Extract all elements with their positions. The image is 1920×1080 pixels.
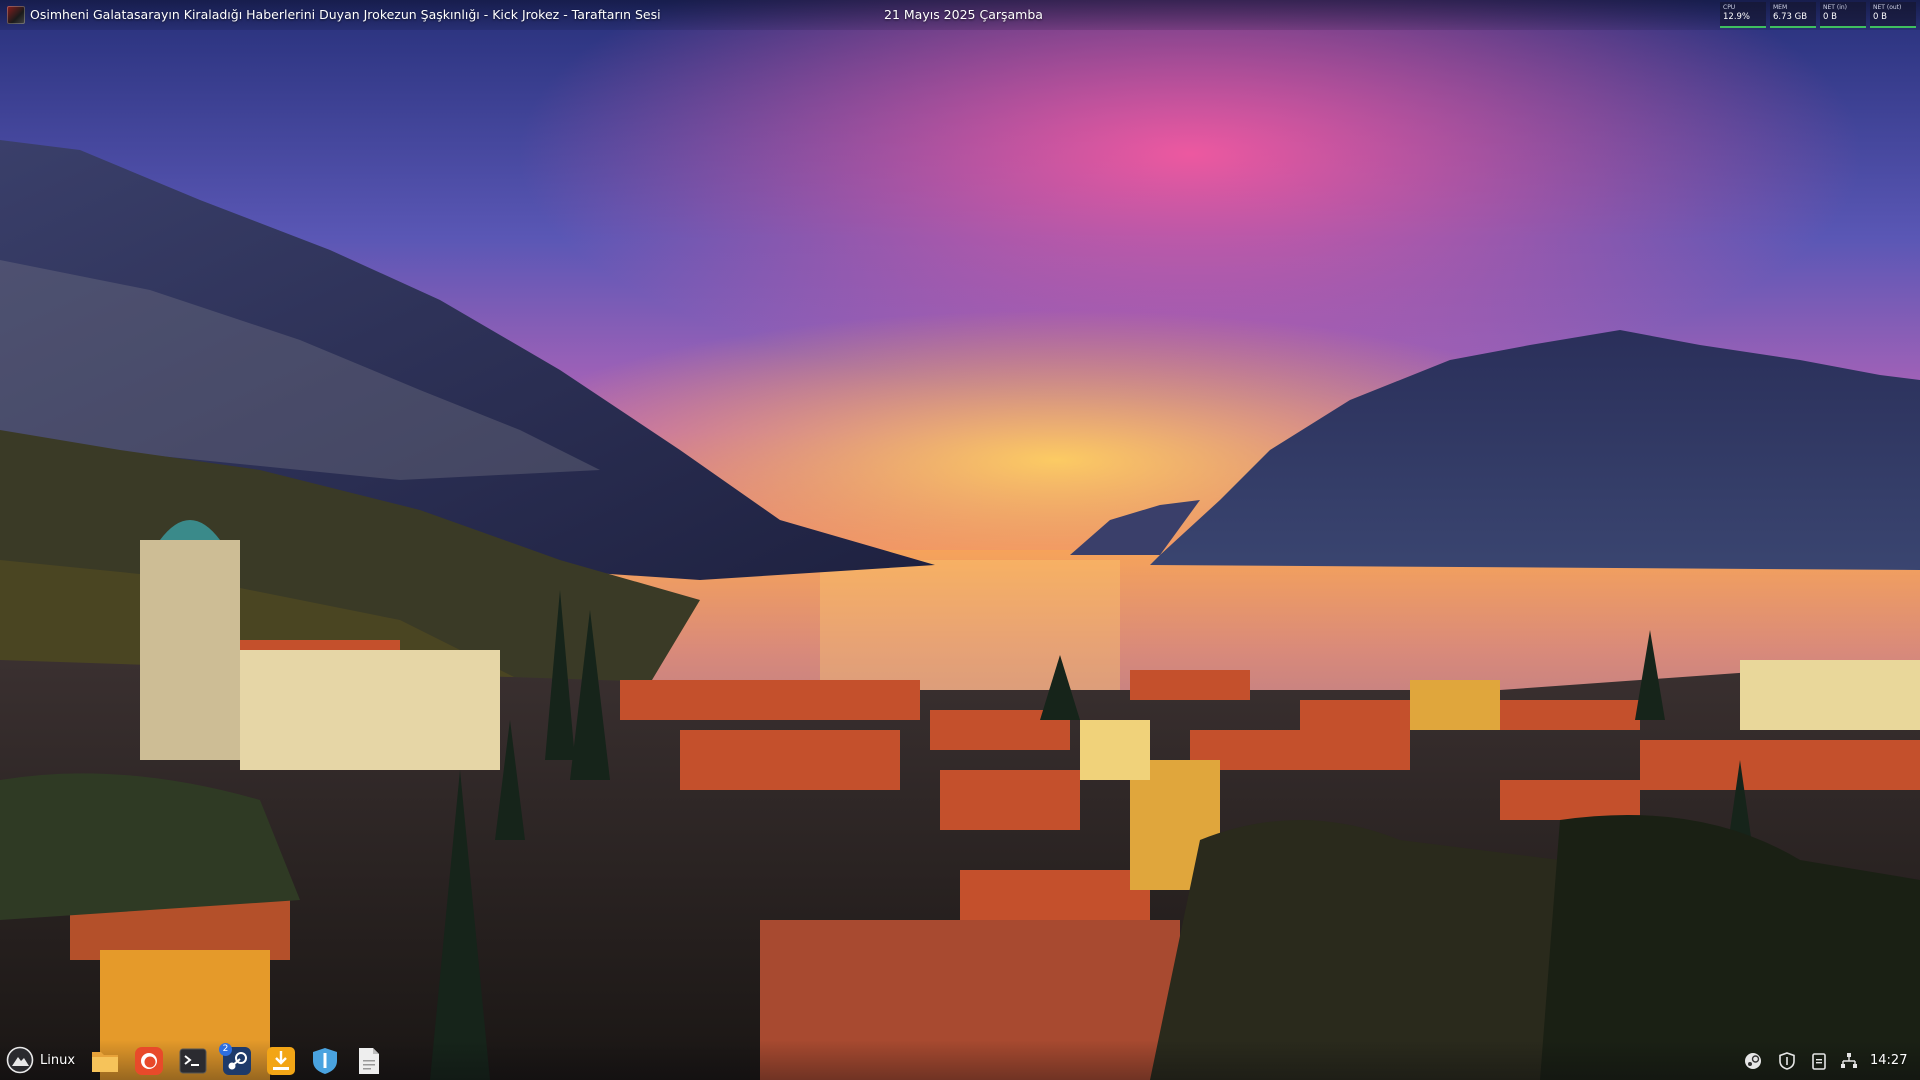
distro-logo-icon bbox=[6, 1046, 34, 1074]
net-in-label: NET (in) bbox=[1823, 4, 1848, 11]
cpu-label: CPU bbox=[1723, 4, 1736, 11]
files-launcher[interactable] bbox=[91, 1047, 119, 1075]
active-window-app-icon[interactable] bbox=[7, 6, 25, 24]
files-icon bbox=[92, 1052, 118, 1072]
net-in-value: 0 B bbox=[1823, 12, 1837, 22]
text-editor-icon bbox=[359, 1048, 379, 1074]
shield-tray-icon[interactable] bbox=[1778, 1052, 1796, 1070]
cpu-monitor[interactable]: CPU 12.9% bbox=[1720, 2, 1766, 28]
firefox-launcher[interactable] bbox=[135, 1047, 163, 1075]
bottom-panel: Linux 2 14:27 bbox=[0, 1040, 1920, 1080]
net-in-monitor[interactable]: NET (in) 0 B bbox=[1820, 2, 1866, 28]
memory-label: MEM bbox=[1773, 4, 1788, 11]
top-bar: Osimheni Galatasarayın Kiraladığı Haberl… bbox=[0, 0, 1920, 30]
clock-date[interactable]: 21 Mayıs 2025 Çarşamba bbox=[884, 7, 1043, 22]
clock-time[interactable]: 14:27 bbox=[1870, 1053, 1907, 1068]
cpu-value: 12.9% bbox=[1723, 12, 1751, 22]
net-out-value: 0 B bbox=[1873, 12, 1887, 22]
installer-launcher[interactable] bbox=[267, 1047, 295, 1075]
system-monitor[interactable]: CPU 12.9% MEM 6.73 GB NET (in) 0 B NET (… bbox=[1720, 2, 1916, 28]
terminal-icon bbox=[179, 1048, 207, 1074]
installer-icon bbox=[267, 1047, 295, 1075]
network-tray-icon[interactable] bbox=[1840, 1052, 1858, 1070]
desktop-wallpaper bbox=[0, 0, 1920, 1080]
clipboard-tray-icon[interactable] bbox=[1810, 1052, 1828, 1070]
terminal-launcher[interactable] bbox=[179, 1047, 207, 1075]
net-out-label: NET (out) bbox=[1873, 4, 1902, 11]
steam-tray-icon[interactable] bbox=[1744, 1052, 1762, 1070]
firefox-icon bbox=[135, 1047, 163, 1075]
active-window-title[interactable]: Osimheni Galatasarayın Kiraladığı Haberl… bbox=[30, 7, 661, 22]
vpn-launcher[interactable] bbox=[311, 1047, 339, 1075]
steam-launcher[interactable]: 2 bbox=[219, 1043, 251, 1075]
text-editor-launcher[interactable] bbox=[355, 1047, 383, 1075]
vpn-shield-icon bbox=[313, 1048, 337, 1074]
start-menu-button[interactable]: Linux bbox=[6, 1046, 75, 1074]
memory-monitor[interactable]: MEM 6.73 GB bbox=[1770, 2, 1816, 28]
steam-badge: 2 bbox=[219, 1043, 232, 1056]
start-menu-label: Linux bbox=[40, 1052, 76, 1068]
net-out-monitor[interactable]: NET (out) 0 B bbox=[1870, 2, 1916, 28]
memory-value: 6.73 GB bbox=[1773, 12, 1808, 22]
